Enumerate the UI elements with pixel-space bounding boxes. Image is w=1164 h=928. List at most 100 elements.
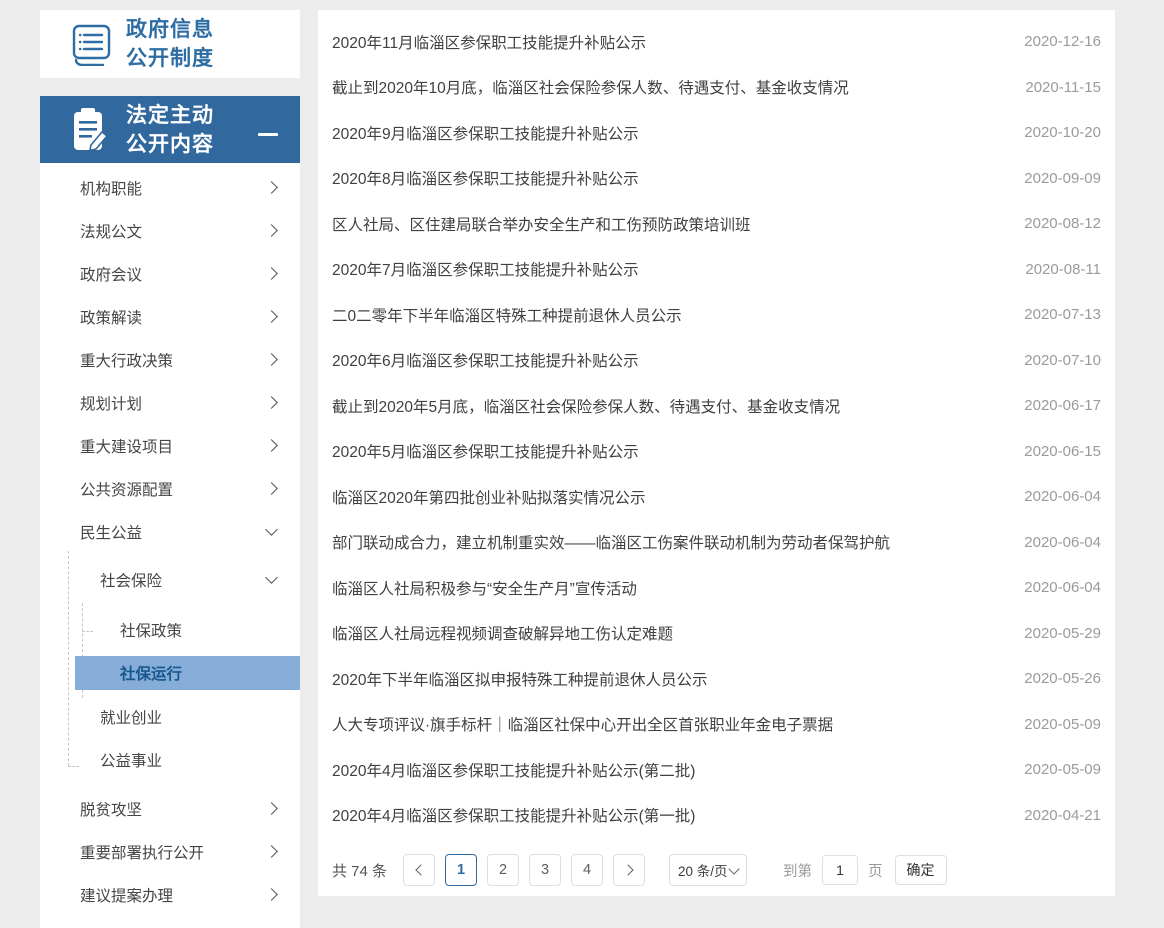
sidebar-item-poverty-alleviation[interactable]: 脱贫攻坚 xyxy=(40,787,300,830)
sidebar-item-major-admin-decisions[interactable]: 重大行政决策 xyxy=(40,338,300,381)
news-row: 2020年9月临淄区参保职工技能提升补贴公示 2020-10-20 xyxy=(332,110,1101,156)
sidebar-item-livelihood[interactable]: 民生公益 xyxy=(40,510,300,553)
news-date: 2020-08-12 xyxy=(1024,215,1101,232)
news-list: 2020年11月临淄区参保职工技能提升补贴公示 2020-12-16 截止到20… xyxy=(318,10,1115,838)
news-title-link[interactable]: 2020年4月临淄区参保职工技能提升补贴公示(第一批) xyxy=(332,804,1008,826)
news-title-link[interactable]: 临淄区人社局远程视频调查破解异地工伤认定难题 xyxy=(332,622,1008,644)
news-row: 2020年5月临淄区参保职工技能提升补贴公示 2020-06-15 xyxy=(332,429,1101,475)
news-title-link[interactable]: 截止到2020年10月底，临淄区社会保险参保人数、待遇支付、基金收支情况 xyxy=(332,76,1009,98)
news-title-link[interactable]: 部门联动成合力，建立机制重实效——临淄区工伤案件联动机制为劳动者保驾护航 xyxy=(332,531,1008,553)
chevron-right-icon xyxy=(265,396,278,409)
news-row: 二0二零年下半年临淄区特殊工种提前退休人员公示 2020-07-13 xyxy=(332,292,1101,338)
chevron-down-icon xyxy=(265,523,278,536)
total-count: 共 74 条 xyxy=(332,860,387,881)
news-row: 区人社局、区住建局联合举办安全生产和工伤预防政策培训班 2020-08-12 xyxy=(332,201,1101,247)
sidebar-item-label: 社保政策 xyxy=(120,619,182,641)
sidebar-item-label: 民生公益 xyxy=(80,521,142,543)
sidebar-item-policy-interpretation[interactable]: 政策解读 xyxy=(40,295,300,338)
statutory-disclosure-header[interactable]: 法定主动 公开内容 xyxy=(40,96,300,163)
news-title-link[interactable]: 2020年11月临淄区参保职工技能提升补贴公示 xyxy=(332,31,1008,53)
sidebar-item-major-construction[interactable]: 重大建设项目 xyxy=(40,424,300,467)
news-date: 2020-08-11 xyxy=(1025,261,1101,278)
news-row: 2020年11月临淄区参保职工技能提升补贴公示 2020-12-16 xyxy=(332,19,1101,65)
news-date: 2020-12-16 xyxy=(1024,33,1101,50)
news-date: 2020-11-15 xyxy=(1025,79,1101,96)
sidebar-item-proposals[interactable]: 建议提案办理 xyxy=(40,873,300,916)
news-date: 2020-06-15 xyxy=(1024,443,1101,460)
pagination-bar: 共 74 条 1 2 3 4 20 条/页 到第 页 确定 xyxy=(332,852,1115,888)
collapse-minus-icon[interactable] xyxy=(258,133,278,136)
sidebar-item-label: 重要部署执行公开 xyxy=(80,841,204,863)
news-title-link[interactable]: 人大专项评议·旗手标杆｜临淄区社保中心开出全区首张职业年金电子票据 xyxy=(332,713,1008,735)
sidebar-item-label: 建议提案办理 xyxy=(80,884,173,906)
chevron-left-icon xyxy=(415,864,426,875)
goto-page-input[interactable] xyxy=(822,855,858,885)
page-button-3[interactable]: 3 xyxy=(529,854,561,886)
news-title-link[interactable]: 临淄区2020年第四批创业补贴拟落实情况公示 xyxy=(332,486,1008,508)
confirm-button[interactable]: 确定 xyxy=(895,855,947,885)
news-title-link[interactable]: 2020年8月临淄区参保职工技能提升补贴公示 xyxy=(332,167,1008,189)
page-size-select[interactable]: 20 条/页 xyxy=(669,854,747,886)
page-button-4[interactable]: 4 xyxy=(571,854,603,886)
news-title-link[interactable]: 2020年7月临淄区参保职工技能提升补贴公示 xyxy=(332,258,1009,280)
goto-suffix-label: 页 xyxy=(868,860,883,881)
news-date: 2020-07-10 xyxy=(1024,352,1101,369)
sidebar-item-planning[interactable]: 规划计划 xyxy=(40,381,300,424)
next-page-button[interactable] xyxy=(613,854,645,886)
goto-prefix-label: 到第 xyxy=(783,860,812,881)
page-size-value: 20 条/页 xyxy=(678,860,728,880)
chevron-right-icon xyxy=(265,224,278,237)
news-row: 2020年8月临淄区参保职工技能提升补贴公示 2020-09-09 xyxy=(332,156,1101,202)
news-date: 2020-06-17 xyxy=(1024,397,1101,414)
sidebar-item-label: 公共资源配置 xyxy=(80,478,173,500)
sidebar-item-label: 脱贫攻坚 xyxy=(80,798,142,820)
news-date: 2020-06-04 xyxy=(1024,488,1101,505)
sidebar-item-regulations[interactable]: 法规公文 xyxy=(40,209,300,252)
sidebar-item-employment[interactable]: 就业创业 xyxy=(40,695,300,738)
sidebar-item-social-insurance-policy[interactable]: 社保政策 xyxy=(40,608,300,651)
news-title-link[interactable]: 截止到2020年5月底，临淄区社会保险参保人数、待遇支付、基金收支情况 xyxy=(332,395,1008,417)
chevron-right-icon xyxy=(265,845,278,858)
news-title-link[interactable]: 2020年9月临淄区参保职工技能提升补贴公示 xyxy=(332,122,1008,144)
chevron-right-icon xyxy=(265,802,278,815)
chevron-right-icon xyxy=(265,310,278,323)
sidebar-item-label: 社会保险 xyxy=(100,569,162,591)
sidebar-item-key-deployments[interactable]: 重要部署执行公开 xyxy=(40,830,300,873)
chevron-right-icon xyxy=(622,864,633,875)
news-row: 人大专项评议·旗手标杆｜临淄区社保中心开出全区首张职业年金电子票据 2020-0… xyxy=(332,702,1101,748)
news-date: 2020-10-20 xyxy=(1024,124,1101,141)
sidebar-item-label: 政策解读 xyxy=(80,306,142,328)
news-title-link[interactable]: 2020年6月临淄区参保职工技能提升补贴公示 xyxy=(332,349,1008,371)
news-date: 2020-06-04 xyxy=(1024,579,1101,596)
chevron-down-icon xyxy=(728,863,739,874)
news-title-link[interactable]: 区人社局、区住建局联合举办安全生产和工伤预防政策培训班 xyxy=(332,213,1008,235)
sidebar-item-public-welfare[interactable]: 公益事业 xyxy=(40,738,300,781)
sidebar-item-gov-meetings[interactable]: 政府会议 xyxy=(40,252,300,295)
news-row: 截止到2020年5月底，临淄区社会保险参保人数、待遇支付、基金收支情况 2020… xyxy=(332,383,1101,429)
news-date: 2020-04-21 xyxy=(1024,807,1101,824)
news-title-link[interactable]: 临淄区人社局积极参与“安全生产月”宣传活动 xyxy=(332,577,1008,599)
sidebar-item-social-insurance-operation[interactable]: 社保运行 xyxy=(75,656,300,690)
chevron-right-icon xyxy=(265,482,278,495)
sidebar-item-public-resources[interactable]: 公共资源配置 xyxy=(40,467,300,510)
page-button-2[interactable]: 2 xyxy=(487,854,519,886)
news-title-link[interactable]: 2020年4月临淄区参保职工技能提升补贴公示(第二批) xyxy=(332,759,1008,781)
sidebar-item-label: 公益事业 xyxy=(100,749,162,771)
info-disclosure-system-card[interactable]: 政府信息 公开制度 xyxy=(40,10,300,78)
sidebar-item-social-insurance[interactable]: 社会保险 xyxy=(40,558,300,601)
news-row: 2020年4月临淄区参保职工技能提升补贴公示(第一批) 2020-04-21 xyxy=(332,793,1101,839)
news-title-link[interactable]: 2020年5月临淄区参保职工技能提升补贴公示 xyxy=(332,440,1008,462)
news-date: 2020-06-04 xyxy=(1024,534,1101,551)
prev-page-button[interactable] xyxy=(403,854,435,886)
news-title-link[interactable]: 2020年下半年临淄区拟申报特殊工种提前退休人员公示 xyxy=(332,668,1008,690)
sidebar-item-org-functions[interactable]: 机构职能 xyxy=(40,166,300,209)
sidebar-item-label: 社保运行 xyxy=(120,662,182,684)
info-disclosure-system-title: 政府信息 公开制度 xyxy=(126,15,214,73)
news-date: 2020-05-29 xyxy=(1024,625,1101,642)
news-title-link[interactable]: 二0二零年下半年临淄区特殊工种提前退休人员公示 xyxy=(332,304,1008,326)
sidebar-item-label: 政府会议 xyxy=(80,263,142,285)
journal-icon xyxy=(66,22,116,66)
page-button-1[interactable]: 1 xyxy=(445,854,477,886)
chevron-down-icon xyxy=(265,571,278,584)
sidebar-menu: 机构职能 法规公文 政府会议 政策解读 重大行政决策 规划计划 重大建设项目 公… xyxy=(40,163,300,928)
